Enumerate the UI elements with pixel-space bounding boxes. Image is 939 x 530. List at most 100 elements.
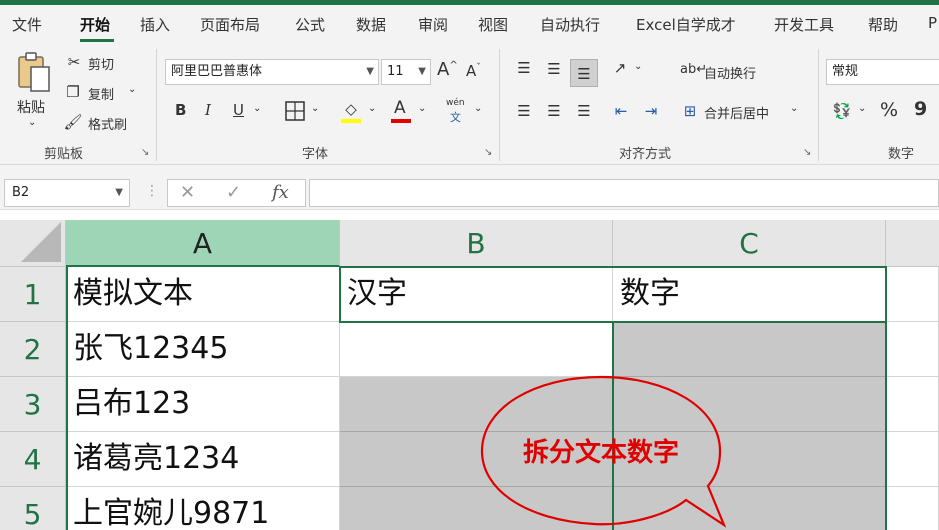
italic-button[interactable]: I: [205, 101, 211, 119]
align-right-icon[interactable]: ☰: [572, 100, 596, 122]
dialog-launcher-icon[interactable]: ↘: [803, 147, 811, 158]
comma-style-button[interactable]: 9: [914, 98, 927, 120]
shrink-font-button[interactable]: Aˇ: [466, 62, 481, 80]
tab-automate[interactable]: 自动执行: [540, 14, 600, 35]
row-header-3[interactable]: 3: [0, 377, 66, 432]
align-bottom-icon[interactable]: ☰: [570, 59, 598, 87]
row-header-2[interactable]: 2: [0, 322, 66, 377]
align-middle-icon[interactable]: ☰: [542, 58, 566, 80]
row-header-5[interactable]: 5: [0, 487, 66, 530]
cell-a3[interactable]: 吕布123: [66, 377, 340, 432]
number-format-select[interactable]: 常规: [826, 59, 939, 85]
tab-developer[interactable]: 开发工具: [774, 14, 834, 35]
column-header-c[interactable]: C: [613, 220, 886, 267]
orientation-icon[interactable]: ↗: [608, 57, 632, 79]
bold-button[interactable]: B: [175, 101, 186, 119]
chevron-down-icon[interactable]: ⌄: [474, 103, 482, 114]
cancel-icon[interactable]: ✕: [180, 182, 195, 204]
cut-button[interactable]: 剪切: [88, 54, 114, 73]
font-name-select[interactable]: 阿里巴巴普惠体 ▼: [165, 59, 379, 85]
percent-style-button[interactable]: %: [880, 99, 898, 121]
accounting-format-icon[interactable]: 💱: [830, 100, 854, 122]
font-size-select[interactable]: 11 ▼: [381, 59, 431, 85]
align-left-icon[interactable]: ☰: [512, 100, 536, 122]
chevron-down-icon[interactable]: ⌄: [311, 103, 319, 114]
format-painter-button[interactable]: 格式刷: [88, 114, 127, 133]
tab-formulas[interactable]: 公式: [295, 14, 325, 35]
fill-color-swatch: [341, 119, 361, 123]
cell-d2[interactable]: [886, 322, 939, 377]
column-header-b[interactable]: B: [340, 220, 613, 267]
font-color-button[interactable]: A: [391, 96, 411, 124]
name-box[interactable]: B2 ▼: [4, 179, 130, 207]
underline-button[interactable]: U: [233, 101, 244, 119]
cell-a4[interactable]: 诸葛亮1234: [66, 432, 340, 487]
chevron-down-icon[interactable]: ⌄: [253, 103, 261, 114]
chevron-down-icon[interactable]: ⌄: [418, 103, 426, 114]
cell-c1[interactable]: 数字: [613, 267, 886, 322]
column-header-a[interactable]: A: [66, 220, 340, 267]
enter-icon[interactable]: ✓: [226, 182, 241, 204]
tab-home[interactable]: 开始: [80, 14, 110, 35]
phonetic-button[interactable]: wén 文: [446, 98, 470, 124]
chevron-down-icon[interactable]: ⌄: [858, 103, 866, 114]
fill-color-button[interactable]: ◇: [340, 98, 362, 124]
cell-d3[interactable]: [886, 377, 939, 432]
tab-insert[interactable]: 插入: [140, 14, 170, 35]
active-tab-underline: [80, 39, 114, 42]
row-header-4[interactable]: 4: [0, 432, 66, 487]
cell-b2[interactable]: [340, 322, 613, 377]
dialog-launcher-icon[interactable]: ↘: [141, 147, 149, 158]
ribbon-home: 粘贴 ⌄ ✂ 剪切 ❐ 复制 ⌄ 🖌 格式刷 剪贴板 ↘ 阿里巴巴普惠体 ▼ 1…: [0, 43, 939, 165]
spreadsheet-grid: A B C 1 2 3 4 5 模拟文本 汉字 数字 张飞12345 吕布123…: [0, 210, 939, 530]
name-box-value: B2: [12, 185, 30, 200]
font-color-letter: A: [394, 98, 406, 118]
cell-b1[interactable]: 汉字: [340, 267, 613, 322]
tab-excel-self-study[interactable]: Excel自学成才: [636, 14, 736, 35]
increase-indent-icon[interactable]: ⇥: [639, 100, 663, 122]
ribbon-tabs: 文件 开始 插入 页面布局 公式 数据 审阅 视图 自动执行 Excel自学成才…: [0, 5, 939, 43]
paste-label: 粘贴: [17, 100, 45, 116]
copy-button[interactable]: 复制: [88, 84, 114, 103]
merge-center-button[interactable]: 合并后居中: [704, 103, 769, 122]
tab-overflow[interactable]: P: [928, 14, 937, 32]
chevron-down-icon: ▼: [115, 187, 123, 198]
cell-a5[interactable]: 上官婉儿9871: [66, 487, 340, 530]
decrease-indent-icon[interactable]: ⇤: [609, 100, 633, 122]
copy-icon[interactable]: ❐: [62, 81, 84, 103]
insert-function-icon[interactable]: fx: [272, 182, 289, 204]
align-center-icon[interactable]: ☰: [542, 100, 566, 122]
chevron-down-icon[interactable]: ⌄: [634, 61, 642, 72]
grow-font-button[interactable]: A^: [437, 59, 458, 80]
select-all-button[interactable]: [0, 220, 66, 267]
cell-c2[interactable]: [613, 322, 886, 377]
tab-help[interactable]: 帮助: [868, 14, 898, 35]
cell-a1[interactable]: 模拟文本: [66, 267, 340, 322]
clipboard-group-label: 剪贴板: [44, 147, 84, 162]
cell-a2[interactable]: 张飞12345: [66, 322, 340, 377]
group-separator: [499, 49, 500, 161]
tab-data[interactable]: 数据: [356, 14, 386, 35]
row-header-1[interactable]: 1: [0, 267, 66, 322]
more-options-icon: ⋮: [145, 183, 159, 199]
grow-font-letter: A: [437, 59, 450, 80]
chevron-down-icon[interactable]: ⌄: [790, 103, 798, 114]
scissors-icon[interactable]: ✂: [64, 51, 84, 73]
align-top-icon[interactable]: ☰: [512, 57, 536, 79]
chevron-down-icon[interactable]: ⌄: [128, 84, 136, 95]
borders-icon[interactable]: [285, 101, 305, 121]
tab-file[interactable]: 文件: [12, 14, 42, 35]
wrap-text-button[interactable]: 自动换行: [704, 63, 756, 82]
cell-d5[interactable]: [886, 487, 939, 530]
cell-d4[interactable]: [886, 432, 939, 487]
format-painter-icon[interactable]: 🖌: [62, 111, 84, 133]
chevron-down-icon[interactable]: ⌄: [368, 103, 376, 114]
cell-d1[interactable]: [886, 267, 939, 322]
tab-view[interactable]: 视图: [478, 14, 508, 35]
column-header-d[interactable]: [886, 220, 939, 267]
tab-review[interactable]: 审阅: [418, 14, 448, 35]
paste-button[interactable]: 粘贴 ⌄: [14, 51, 56, 131]
tab-page-layout[interactable]: 页面布局: [200, 14, 260, 35]
dialog-launcher-icon[interactable]: ↘: [484, 147, 492, 158]
formula-input[interactable]: [309, 179, 939, 207]
